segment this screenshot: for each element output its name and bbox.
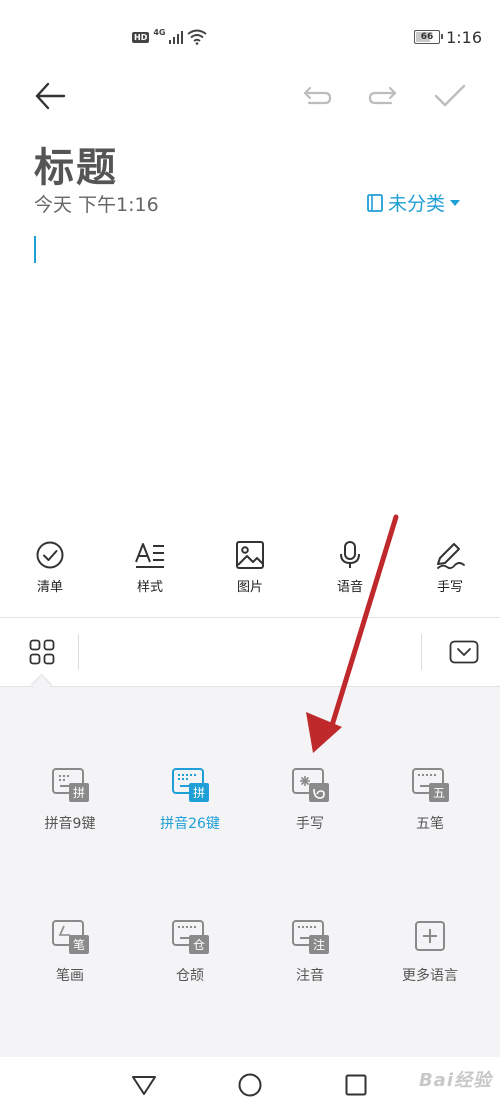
cangjie-keyboard-icon: 仓 [172, 920, 209, 954]
voice-label: 语音 [336, 580, 363, 595]
keyboard-label: 笔画 [56, 968, 84, 984]
keyboard-badge: 五 [433, 786, 445, 800]
undo-icon [303, 86, 332, 105]
note-date: 今天 下午1:16 [34, 194, 159, 216]
keyboard-wubi[interactable]: 五 五笔 [370, 767, 490, 833]
hd-badge: HD [132, 31, 150, 43]
hide-keyboard-button[interactable] [440, 634, 488, 670]
collapse-keyboard-icon [449, 640, 479, 664]
handwrite-label: 手写 [436, 580, 463, 595]
wifi-icon [187, 29, 208, 45]
checklist-button[interactable]: 清单 [10, 540, 90, 595]
keyboard-badge: 注 [313, 937, 325, 952]
keyboard-selector-panel: 拼 拼音9键 拼 拼音26键 手写 五 五笔 笔 笔画 仓 仓颉 注 注音 更多… [0, 687, 500, 1057]
format-toolbar: 清单 样式 图片 语音 手写 [0, 540, 500, 616]
keyboard-handwriting[interactable]: 手写 [250, 767, 370, 833]
check-icon [434, 84, 466, 107]
triangle-back-icon [132, 1076, 156, 1095]
keyboard-label: 五笔 [416, 816, 444, 832]
image-button[interactable]: 图片 [210, 540, 290, 595]
notebook-icon [367, 193, 383, 212]
arrow-left-icon [35, 82, 66, 110]
pen-icon [437, 543, 465, 570]
voice-button[interactable]: 语音 [310, 540, 390, 595]
status-time: 1:16 [446, 27, 482, 47]
keyboard-label: 更多语言 [402, 968, 458, 984]
separator [421, 634, 422, 670]
status-bar: HD 4G 66 1:16 [0, 0, 500, 76]
battery-level: 66 [420, 32, 434, 42]
keyboard-label: 仓颉 [176, 968, 204, 984]
plus-box-icon [415, 921, 445, 951]
network-type: 4G [153, 27, 166, 37]
keyboard-label: 拼音9键 [44, 816, 96, 832]
watermark: Bai经验 [418, 1070, 492, 1091]
redo-icon [368, 86, 397, 105]
keyboard-badge: 仓 [193, 938, 205, 952]
note-title[interactable]: 标题 [34, 135, 118, 193]
undo-button[interactable] [298, 80, 336, 112]
style-label: 样式 [136, 580, 163, 595]
square-recents-icon [345, 1074, 367, 1096]
pinyin-keyboard-icon: 拼 [172, 768, 209, 802]
keyboard-pinyin-9[interactable]: 拼 拼音9键 [10, 767, 130, 833]
nav-home-button[interactable] [230, 1067, 270, 1103]
zhuyin-keyboard-icon: 注 [292, 920, 329, 954]
image-label: 图片 [236, 580, 263, 595]
status-left: HD 4G [132, 24, 208, 50]
keyboard-menu-button[interactable] [20, 634, 64, 670]
style-button[interactable]: 样式 [110, 540, 190, 595]
nav-recents-button[interactable] [336, 1067, 376, 1103]
caret-down-icon [450, 199, 461, 206]
checklist-label: 清单 [36, 580, 63, 595]
keyboard-label: 注音 [296, 968, 324, 984]
grid-icon [29, 639, 55, 665]
keyboard-top-bar [0, 618, 500, 686]
keyboard-pinyin-26[interactable]: 拼 拼音26键 [130, 767, 250, 833]
battery-icon: 66 [414, 30, 444, 44]
keyboard-label: 手写 [296, 816, 324, 832]
redo-button[interactable] [364, 80, 402, 112]
confirm-button[interactable] [430, 80, 470, 112]
status-right: 66 1:16 [414, 24, 482, 50]
image-icon [236, 541, 264, 569]
checklist-icon [36, 541, 64, 569]
pinyin-keyboard-icon: 拼 [52, 768, 89, 802]
category-selector[interactable]: 未分类 [366, 189, 461, 216]
nav-back-button[interactable] [124, 1067, 164, 1103]
category-label: 未分类 [388, 193, 446, 215]
back-button[interactable] [30, 78, 70, 114]
wubi-keyboard-icon: 五 [412, 768, 449, 802]
keyboard-more-languages[interactable]: 更多语言 [370, 919, 490, 985]
keyboard-stroke[interactable]: 笔 笔画 [10, 919, 130, 985]
circle-home-icon [238, 1073, 262, 1097]
keyboard-cangjie[interactable]: 仓 仓颉 [130, 919, 250, 985]
separator [78, 634, 79, 670]
handwriting-keyboard-icon [292, 768, 329, 802]
signal-icon [169, 31, 184, 44]
keyboard-badge: 笔 [73, 937, 85, 952]
microphone-icon [340, 541, 360, 568]
text-style-icon [135, 543, 164, 568]
keyboard-label: 拼音26键 [160, 816, 220, 832]
keyboard-badge: 拼 [73, 786, 85, 800]
handwrite-button[interactable]: 手写 [410, 540, 490, 595]
keyboard-zhuyin[interactable]: 注 注音 [250, 919, 370, 985]
stroke-keyboard-icon: 笔 [52, 920, 89, 954]
note-body-editor[interactable] [0, 228, 500, 528]
keyboard-badge: 拼 [193, 786, 205, 800]
